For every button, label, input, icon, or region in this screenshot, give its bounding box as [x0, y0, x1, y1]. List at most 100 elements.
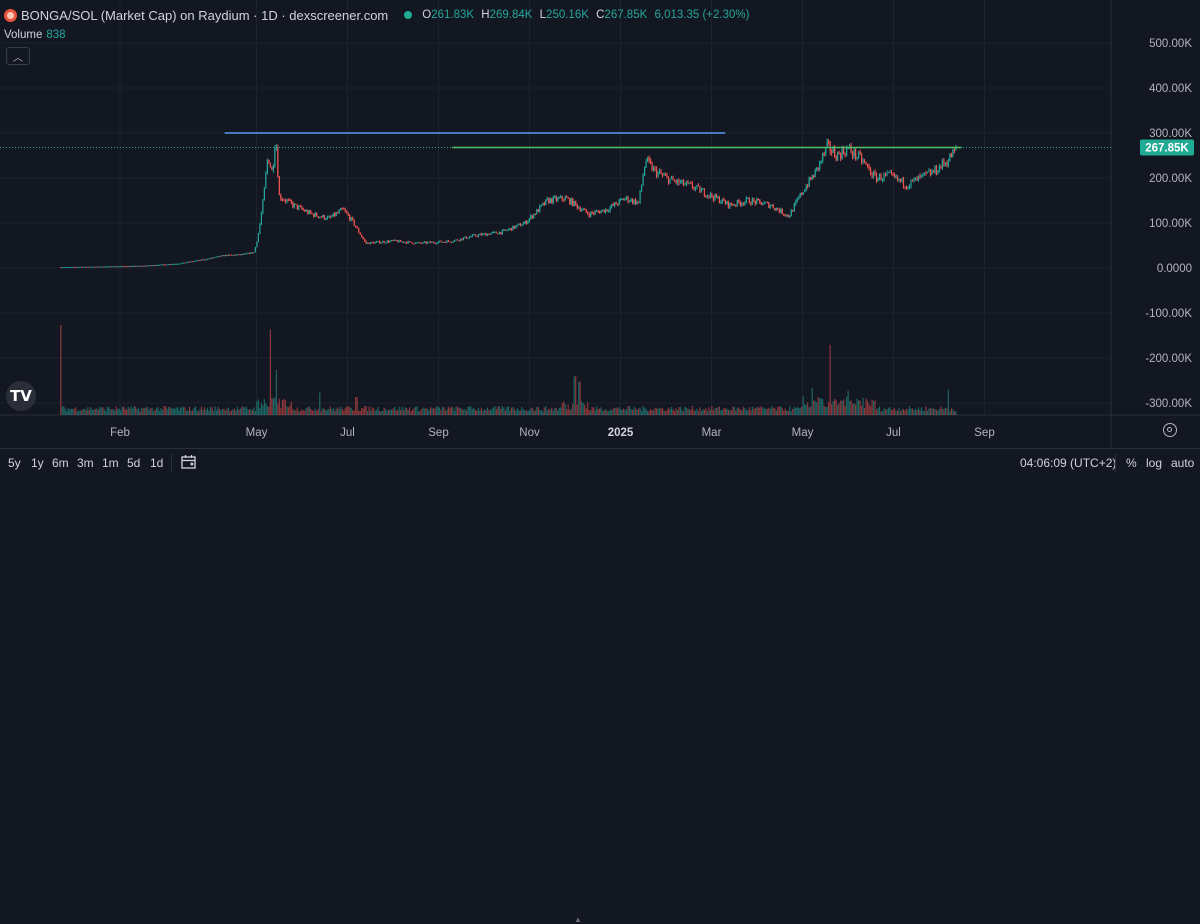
- candle-body: [257, 233, 260, 242]
- clock-readout[interactable]: 04:06:09 (UTC+2): [1020, 456, 1116, 470]
- volume-bar: [153, 411, 155, 415]
- volume-bar: [852, 403, 854, 415]
- volume-bar: [449, 408, 451, 415]
- volume-bar: [615, 407, 617, 415]
- candle-body: [114, 266, 116, 268]
- high-label: H: [481, 9, 490, 21]
- volume-bar: [417, 410, 420, 415]
- volume-bar: [176, 407, 179, 415]
- candle-body: [388, 240, 390, 243]
- range-3m-button[interactable]: 3m: [77, 456, 94, 470]
- candle-body: [645, 161, 647, 168]
- volume-bar: [844, 405, 846, 415]
- candle-body: [425, 241, 427, 244]
- volume-bar: [443, 407, 445, 415]
- candle-body: [117, 266, 119, 268]
- volume-bar: [542, 411, 544, 415]
- auto-toggle[interactable]: auto: [1171, 456, 1194, 470]
- volume-bar: [196, 410, 198, 415]
- candle-body: [103, 266, 105, 268]
- candle-body: [120, 266, 122, 268]
- volume-bar: [93, 409, 95, 415]
- candle-body: [545, 199, 547, 205]
- candle-body: [557, 197, 559, 201]
- candle-body: [672, 177, 674, 181]
- candle-body: [679, 182, 682, 184]
- price-axis[interactable]: 500.00K 400.00K 300.00K 200.00K 100.00K 0.000…: [1145, 38, 1192, 410]
- range-1m-button[interactable]: 1m: [102, 456, 119, 470]
- candle-body: [473, 234, 475, 236]
- range-1d-button[interactable]: 1d: [150, 456, 163, 470]
- volume-bar: [703, 409, 706, 415]
- volume-bar: [419, 411, 421, 415]
- symbol-title[interactable]: BONGA/SOL (Market Cap) on Raydium · 1D ·…: [21, 8, 388, 23]
- volume-bar: [739, 409, 741, 415]
- candle-body: [744, 201, 746, 205]
- volume-bar: [227, 407, 230, 415]
- candle-body: [640, 184, 643, 192]
- candle-body: [456, 239, 459, 241]
- candle-body: [63, 267, 65, 269]
- volume-bar: [108, 407, 110, 415]
- volume-bar: [702, 409, 704, 415]
- volume-value: 838: [46, 29, 66, 41]
- collapse-legend-button[interactable]: ︿: [6, 47, 30, 65]
- volume-bar: [893, 408, 896, 415]
- volume-bar: [549, 409, 551, 415]
- range-6m-button[interactable]: 6m: [52, 456, 69, 470]
- candle-body: [536, 209, 538, 215]
- volume-bar: [783, 411, 785, 415]
- log-toggle[interactable]: log: [1146, 456, 1162, 470]
- range-1y-button[interactable]: 1y: [31, 456, 44, 470]
- volume-bar: [762, 407, 764, 415]
- candle-body: [549, 198, 551, 203]
- candle-body: [878, 174, 881, 179]
- candle-body: [188, 261, 191, 263]
- candle-body: [907, 187, 909, 189]
- volume-bar: [464, 409, 466, 415]
- volume-bar: [608, 411, 610, 415]
- candle-body: [242, 253, 245, 255]
- candle-body: [329, 216, 331, 218]
- volume-bar: [530, 408, 532, 415]
- candle-body: [775, 207, 777, 210]
- candle-body: [313, 213, 315, 217]
- candle-body: [391, 240, 393, 242]
- chart[interactable]: 500.00K 400.00K 300.00K 200.00K 100.00K 0.000…: [0, 0, 1200, 448]
- volume-bar: [247, 409, 249, 415]
- candle-body: [127, 265, 129, 267]
- volume-bar: [455, 406, 457, 415]
- expand-panel-icon[interactable]: ▲: [574, 915, 582, 924]
- tradingview-logo-icon[interactable]: TV: [6, 381, 36, 411]
- candle-body: [141, 265, 143, 267]
- candle-body: [413, 243, 415, 245]
- range-5y-button[interactable]: 5y: [8, 456, 21, 470]
- volume-bar: [471, 409, 474, 415]
- volume-bar: [359, 410, 361, 415]
- candle-body: [670, 177, 673, 180]
- candle-body: [449, 241, 451, 243]
- candle-body: [639, 191, 641, 203]
- calendar-range-icon[interactable]: [180, 453, 198, 471]
- percent-toggle[interactable]: %: [1126, 456, 1137, 470]
- candle-body: [488, 233, 490, 235]
- range-5d-button[interactable]: 5d: [127, 456, 140, 470]
- volume-bar: [597, 409, 599, 415]
- volume-bar: [899, 411, 902, 415]
- candle-body: [898, 179, 900, 181]
- volume-bar: [432, 408, 435, 415]
- volume-bar: [834, 398, 836, 415]
- volume-bar: [132, 408, 134, 415]
- volume-bar: [750, 410, 752, 415]
- volume-bar: [85, 410, 87, 415]
- candle-body: [566, 196, 568, 198]
- candle-body: [72, 266, 74, 268]
- volume-bar: [709, 409, 712, 415]
- volume-bar: [756, 407, 758, 415]
- candle-body: [688, 182, 691, 184]
- candle-body: [159, 264, 161, 266]
- volume-bar: [402, 410, 405, 415]
- settings-gear-icon[interactable]: [1163, 423, 1177, 437]
- candle-body: [347, 213, 349, 216]
- volume-bar: [715, 407, 718, 415]
